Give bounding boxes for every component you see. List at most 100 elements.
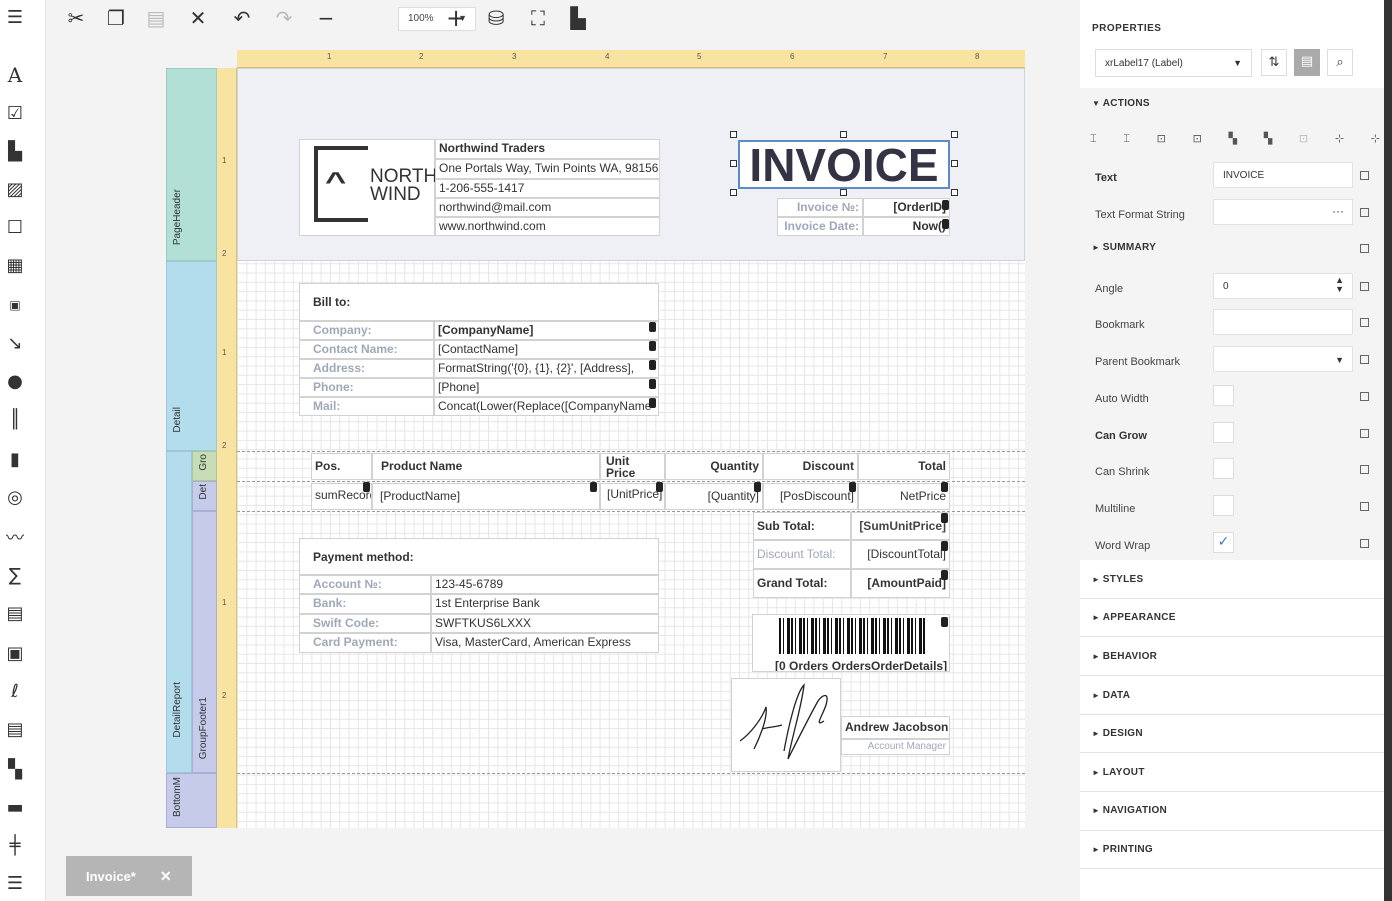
bill-to-phone-label[interactable]: Phone: <box>299 378 434 397</box>
signature-image[interactable] <box>731 678 841 772</box>
spinner-icon[interactable]: ▲ ▼ <box>1335 276 1344 294</box>
align-left-icon[interactable]: ⌶ <box>1090 132 1097 148</box>
undo-icon[interactable]: ↶ <box>230 6 254 30</box>
prop-text-reset-icon[interactable] <box>1360 171 1369 180</box>
hamburger-menu-icon[interactable]: ☰ <box>4 6 26 28</box>
fullscreen-icon[interactable]: ⛶ <box>526 6 550 30</box>
invoice-no-label[interactable]: Invoice №: <box>777 198 863 217</box>
payment-card-value[interactable]: Visa, MasterCard, American Express <box>431 633 659 653</box>
label-tool-icon[interactable]: A <box>4 63 26 87</box>
prop-multiline-reset-icon[interactable] <box>1360 502 1369 511</box>
selection-handle[interactable] <box>951 131 958 138</box>
section-appearance[interactable]: ► APPEARANCE <box>1080 612 1384 623</box>
payment-account-value[interactable]: 123-45-6789 <box>431 575 659 594</box>
invoice-date-label[interactable]: Invoice Date: <box>777 217 863 236</box>
company-email-label[interactable]: northwind@mail.com <box>435 198 660 217</box>
prop-format-input[interactable]: ··· <box>1213 199 1353 225</box>
panel-tool-icon[interactable]: ☐ <box>4 216 26 238</box>
bill-to-address-label[interactable]: Address: <box>299 359 434 378</box>
invoice-no-value[interactable]: [OrderID] <box>863 198 950 217</box>
section-behavior[interactable]: ► BEHAVIOR <box>1080 651 1384 662</box>
shape-tool-icon[interactable]: ● <box>4 370 26 392</box>
table-of-contents-tool-icon[interactable]: ▤ <box>4 718 26 740</box>
checkbox-tool-icon[interactable]: ☑ <box>4 102 26 124</box>
page-info-tool-icon[interactable]: ▤ <box>4 602 26 624</box>
prop-word-wrap-checkbox[interactable]: ✓ <box>1213 532 1234 553</box>
delete-icon[interactable]: ✕ <box>186 6 210 30</box>
selection-handle[interactable] <box>840 131 847 138</box>
company-web-label[interactable]: www.northwind.com <box>435 217 660 236</box>
selection-handle[interactable] <box>951 160 958 167</box>
prop-parent-bookmark-reset-icon[interactable] <box>1360 355 1369 364</box>
signature-tool-icon[interactable]: ℓ <box>4 680 26 702</box>
section-design[interactable]: ► DESIGN <box>1080 728 1384 739</box>
table-header-discount[interactable]: Discount <box>763 453 858 480</box>
barcode[interactable]: [0 Orders OrdersOrderDetails] <box>752 614 950 672</box>
pdf-signature-tool-icon[interactable]: ▚ <box>4 758 26 780</box>
chart-tool-icon[interactable]: ▮ <box>4 448 26 470</box>
prop-auto-width-checkbox[interactable] <box>1213 385 1234 406</box>
bill-to-contact-value[interactable]: [ContactName] <box>434 340 659 359</box>
bill-to-address-value[interactable]: FormatString('{0}, {1}, {2}', [Address], <box>434 359 659 378</box>
invoice-title-label[interactable]: INVOICE <box>738 140 950 189</box>
band-group-header[interactable]: Gro <box>192 451 217 481</box>
zoom-out-icon[interactable]: − <box>314 6 338 30</box>
selection-handle[interactable] <box>840 189 847 196</box>
character-comb-tool-icon[interactable]: ▣ <box>4 294 26 316</box>
table-header-unit-price[interactable]: Unit Price <box>600 453 665 480</box>
tab-invoice[interactable]: Invoice* ✕ <box>66 856 192 896</box>
selection-handle[interactable] <box>730 160 737 167</box>
align-center-icon[interactable]: ⌶ <box>1123 132 1130 148</box>
table-cell-total[interactable]: NetPrice <box>858 483 950 510</box>
payment-bank-label[interactable]: Bank: <box>299 594 431 614</box>
section-navigation[interactable]: ► NAVIGATION <box>1080 805 1384 816</box>
copy-icon[interactable]: ❐ <box>104 6 128 30</box>
payment-bank-value[interactable]: 1st Enterprise Bank <box>431 594 659 614</box>
sparkline-tool-icon[interactable]: 〰 <box>4 526 26 549</box>
preview-icon[interactable]: ▙ <box>566 6 590 30</box>
categorized-view-icon[interactable]: ▤ <box>1294 49 1320 76</box>
payment-card-label[interactable]: Card Payment: <box>299 633 431 653</box>
company-address-label[interactable]: One Portals Way, Twin Points WA, 98156 <box>435 159 660 179</box>
cut-icon[interactable]: ✂ <box>64 6 88 30</box>
center-vertically-icon[interactable]: ⊹ <box>1371 132 1380 148</box>
line-tool-icon[interactable]: ↘ <box>4 332 26 354</box>
selection-handle[interactable] <box>951 189 958 196</box>
prop-multiline-checkbox[interactable] <box>1213 495 1234 516</box>
prop-word-wrap-reset-icon[interactable] <box>1360 539 1369 548</box>
paste-icon[interactable]: ▤ <box>144 6 168 30</box>
table-cell-product[interactable]: [ProductName] <box>372 483 600 510</box>
table-cell-discount[interactable]: [PosDiscount] <box>763 483 858 510</box>
company-name-label[interactable]: Northwind Traders <box>435 139 660 159</box>
summary-tool-icon[interactable]: ∑ <box>4 564 26 586</box>
prop-parent-bookmark-select[interactable]: ▼ <box>1213 346 1353 372</box>
section-data[interactable]: ► DATA <box>1080 690 1384 701</box>
panel-scrollbar[interactable] <box>1384 0 1392 901</box>
bill-to-heading[interactable]: Bill to: <box>299 283 659 321</box>
prop-can-grow-checkbox[interactable] <box>1213 422 1234 443</box>
bill-to-contact-label[interactable]: Contact Name: <box>299 340 434 359</box>
band-group-footer[interactable]: GroupFooter1 <box>192 511 217 773</box>
invoice-date-value[interactable]: Now() <box>863 217 950 236</box>
selected-control-select[interactable]: xrLabel17 (Label) ▼ <box>1095 49 1252 77</box>
pdf-content-tool-icon[interactable]: ▣ <box>4 642 26 664</box>
cross-band-line-tool-icon[interactable]: ╪ <box>4 834 26 856</box>
discount-total-value[interactable]: [DiscountTotal] <box>851 540 950 569</box>
zoom-in-icon[interactable]: + <box>444 4 468 32</box>
payment-swift-label[interactable]: Swift Code: <box>299 614 431 633</box>
align-top-icon[interactable]: ⊡ <box>1157 132 1166 148</box>
barcode-tool-icon[interactable]: ║ <box>4 408 26 430</box>
company-logo[interactable]: ^ NORTH WIND <box>299 139 437 236</box>
selection-handle[interactable] <box>730 189 737 196</box>
rich-text-tool-icon[interactable]: ▙ <box>4 140 26 162</box>
band-page-header[interactable]: PageHeader <box>166 68 217 261</box>
section-styles[interactable]: ► STYLES <box>1080 574 1384 585</box>
bill-to-company-value[interactable]: [CompanyName] <box>434 321 659 340</box>
selection-handle[interactable] <box>730 131 737 138</box>
table-header-pos[interactable]: Pos. <box>311 453 372 480</box>
discount-total-label[interactable]: Discount Total: <box>753 540 851 569</box>
prop-auto-width-reset-icon[interactable] <box>1360 392 1369 401</box>
band-detail-report[interactable]: DetailReport <box>166 451 192 773</box>
search-icon[interactable]: ⌕ <box>1327 49 1353 76</box>
signature-name[interactable]: Andrew Jacobson <box>841 716 950 739</box>
